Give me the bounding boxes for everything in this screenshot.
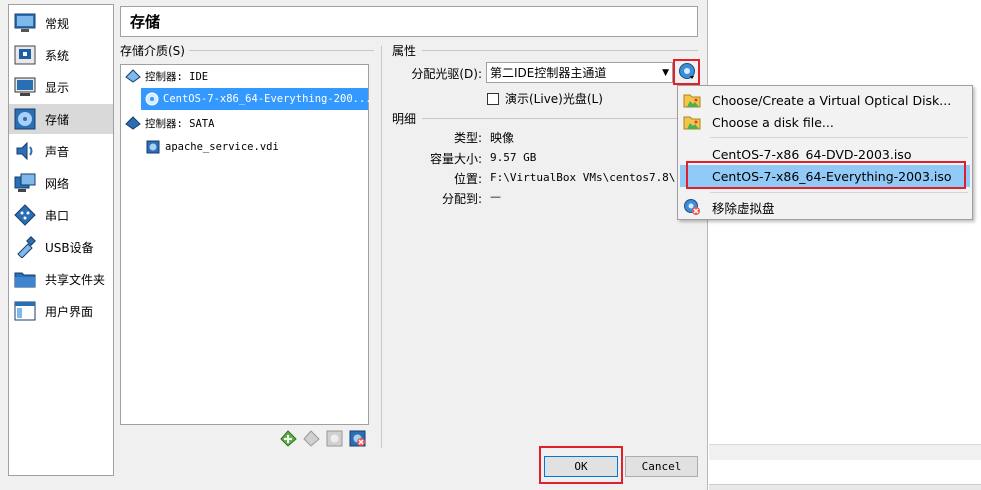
menu-separator xyxy=(710,137,968,138)
attributes-group-divider xyxy=(422,50,698,51)
attachment-label: CentOS-7-x86_64-Everything-200... xyxy=(163,93,372,105)
sidebar-item-audio[interactable]: 声音 xyxy=(9,136,113,166)
sidebar-item-label: 网络 xyxy=(45,176,70,191)
controller-label: 控制器: SATA xyxy=(145,117,215,130)
remove-disk-icon[interactable] xyxy=(349,430,366,447)
network-icon xyxy=(13,172,37,194)
optical-disc-icon xyxy=(145,91,159,107)
location-label: 位置: xyxy=(453,172,482,186)
attached-to-value: — xyxy=(490,190,501,203)
add-disk-icon[interactable] xyxy=(326,430,343,447)
sidebar-item-network[interactable]: 网络 xyxy=(9,168,113,198)
add-attachment-icon[interactable] xyxy=(280,430,297,447)
panel-separator xyxy=(381,46,382,448)
optical-disc-icon xyxy=(678,62,696,83)
live-cd-checkbox-row[interactable]: 演示(Live)光盘(L) xyxy=(487,90,603,107)
type-label: 类型: xyxy=(453,131,482,145)
usb-icon xyxy=(13,236,37,258)
settings-sidebar: 常规 系统 显示 存储 声音 网络 串口 USB设备 共享文件夹 用户界面 xyxy=(8,4,114,476)
system-icon xyxy=(13,44,37,66)
sidebar-item-display[interactable]: 显示 xyxy=(9,72,113,102)
sidebar-item-general[interactable]: 常规 xyxy=(9,8,113,38)
attributes-group-label: 属性 xyxy=(392,42,421,59)
attachment-centos-iso[interactable]: CentOS-7-x86_64-Everything-200... xyxy=(141,88,372,110)
page-title: 存储 xyxy=(120,6,698,37)
sidebar-item-label: USB设备 xyxy=(45,240,94,255)
shared-folder-icon xyxy=(13,268,37,290)
remove-controller-icon[interactable] xyxy=(303,430,320,447)
controller-label: 控制器: IDE xyxy=(145,70,209,83)
menu-item-remove-disc[interactable]: 移除虚拟盘 xyxy=(680,196,970,218)
audio-icon xyxy=(13,140,37,162)
sidebar-item-label: 串口 xyxy=(45,208,70,223)
menu-item-label: CentOS-7-x86_64-DVD-2003.iso xyxy=(712,146,912,162)
sidebar-item-serial-port[interactable]: 串口 xyxy=(9,200,113,230)
storage-group-label: 存储介质(S) xyxy=(120,42,189,59)
details-group-label: 明细 xyxy=(392,110,421,127)
sidebar-item-label: 系统 xyxy=(45,48,70,63)
menu-separator xyxy=(710,192,968,193)
remove-disc-icon xyxy=(683,198,701,216)
attachment-apache-vdi[interactable]: apache_service.vdi xyxy=(145,136,279,158)
storage-tree[interactable]: 控制器: IDE CentOS-7-x86_64-Everything-200.… xyxy=(120,64,372,425)
cancel-button[interactable]: Cancel xyxy=(625,456,698,477)
user-interface-icon xyxy=(13,300,37,322)
settings-dialog: 常规 系统 显示 存储 声音 网络 串口 USB设备 共享文件夹 用户界面 存储… xyxy=(0,0,708,490)
menu-item-choose-create-virtual-disk[interactable]: Choose/Create a Virtual Optical Disk... xyxy=(680,89,970,111)
optical-drive-select[interactable]: 第二IDE控制器主通道 ▼ xyxy=(486,62,673,83)
type-value: 映像 xyxy=(490,131,515,145)
optical-drive-label: 分配光驱(D): xyxy=(411,67,482,81)
sidebar-item-label: 显示 xyxy=(45,80,70,95)
sidebar-item-label: 用户界面 xyxy=(45,304,94,319)
live-cd-checkbox[interactable] xyxy=(487,92,499,105)
folder-icon xyxy=(683,113,701,131)
menu-item-label: 移除虚拟盘 xyxy=(712,200,775,216)
display-icon xyxy=(13,76,37,98)
serial-port-icon xyxy=(13,204,37,226)
ide-controller-icon xyxy=(125,68,141,84)
sidebar-item-user-interface[interactable]: 用户界面 xyxy=(9,296,113,326)
folder-icon xyxy=(683,91,701,109)
sata-controller-icon xyxy=(125,115,141,131)
attached-to-label: 分配到: xyxy=(441,192,482,206)
hard-disk-icon xyxy=(145,139,161,155)
background-status-strip xyxy=(709,444,981,460)
general-icon xyxy=(13,12,37,34)
menu-item-choose-disk-file[interactable]: Choose a disk file... xyxy=(680,111,970,133)
sidebar-item-label: 共享文件夹 xyxy=(45,272,106,287)
choose-disc-button[interactable] xyxy=(673,59,700,85)
sidebar-item-shared-folder[interactable]: 共享文件夹 xyxy=(9,264,113,294)
sidebar-item-label: 声音 xyxy=(45,144,70,159)
menu-highlight-frame xyxy=(686,161,966,189)
optical-disc-menu: Choose/Create a Virtual Optical Disk... … xyxy=(677,85,973,220)
background-window xyxy=(709,0,981,490)
optical-drive-value: 第二IDE控制器主通道 xyxy=(490,66,607,80)
sidebar-item-label: 存储 xyxy=(45,112,70,127)
controller-sata[interactable]: 控制器: SATA xyxy=(125,112,214,134)
menu-item-label: Choose a disk file... xyxy=(712,114,834,130)
storage-group-divider xyxy=(186,50,374,51)
sidebar-item-storage[interactable]: 存储 xyxy=(9,104,113,134)
sidebar-item-usb[interactable]: USB设备 xyxy=(9,232,113,262)
live-cd-label: 演示(Live)光盘(L) xyxy=(505,92,603,106)
location-value: F:\VirtualBox VMs\centos7.8\Ce xyxy=(490,171,676,184)
background-bottom-strip xyxy=(709,484,981,490)
menu-item-label: Choose/Create a Virtual Optical Disk... xyxy=(712,92,952,108)
controller-ide[interactable]: 控制器: IDE xyxy=(125,65,208,87)
sidebar-item-label: 常规 xyxy=(45,16,70,31)
size-label: 容量大小: xyxy=(429,152,482,166)
chevron-down-icon: ▼ xyxy=(662,68,669,78)
sidebar-item-system[interactable]: 系统 xyxy=(9,40,113,70)
attachment-label: apache_service.vdi xyxy=(165,141,279,153)
storage-icon xyxy=(13,108,37,130)
ok-button[interactable]: OK xyxy=(544,456,618,477)
size-value: 9.57 GB xyxy=(490,151,537,164)
details-group-divider xyxy=(422,118,698,119)
